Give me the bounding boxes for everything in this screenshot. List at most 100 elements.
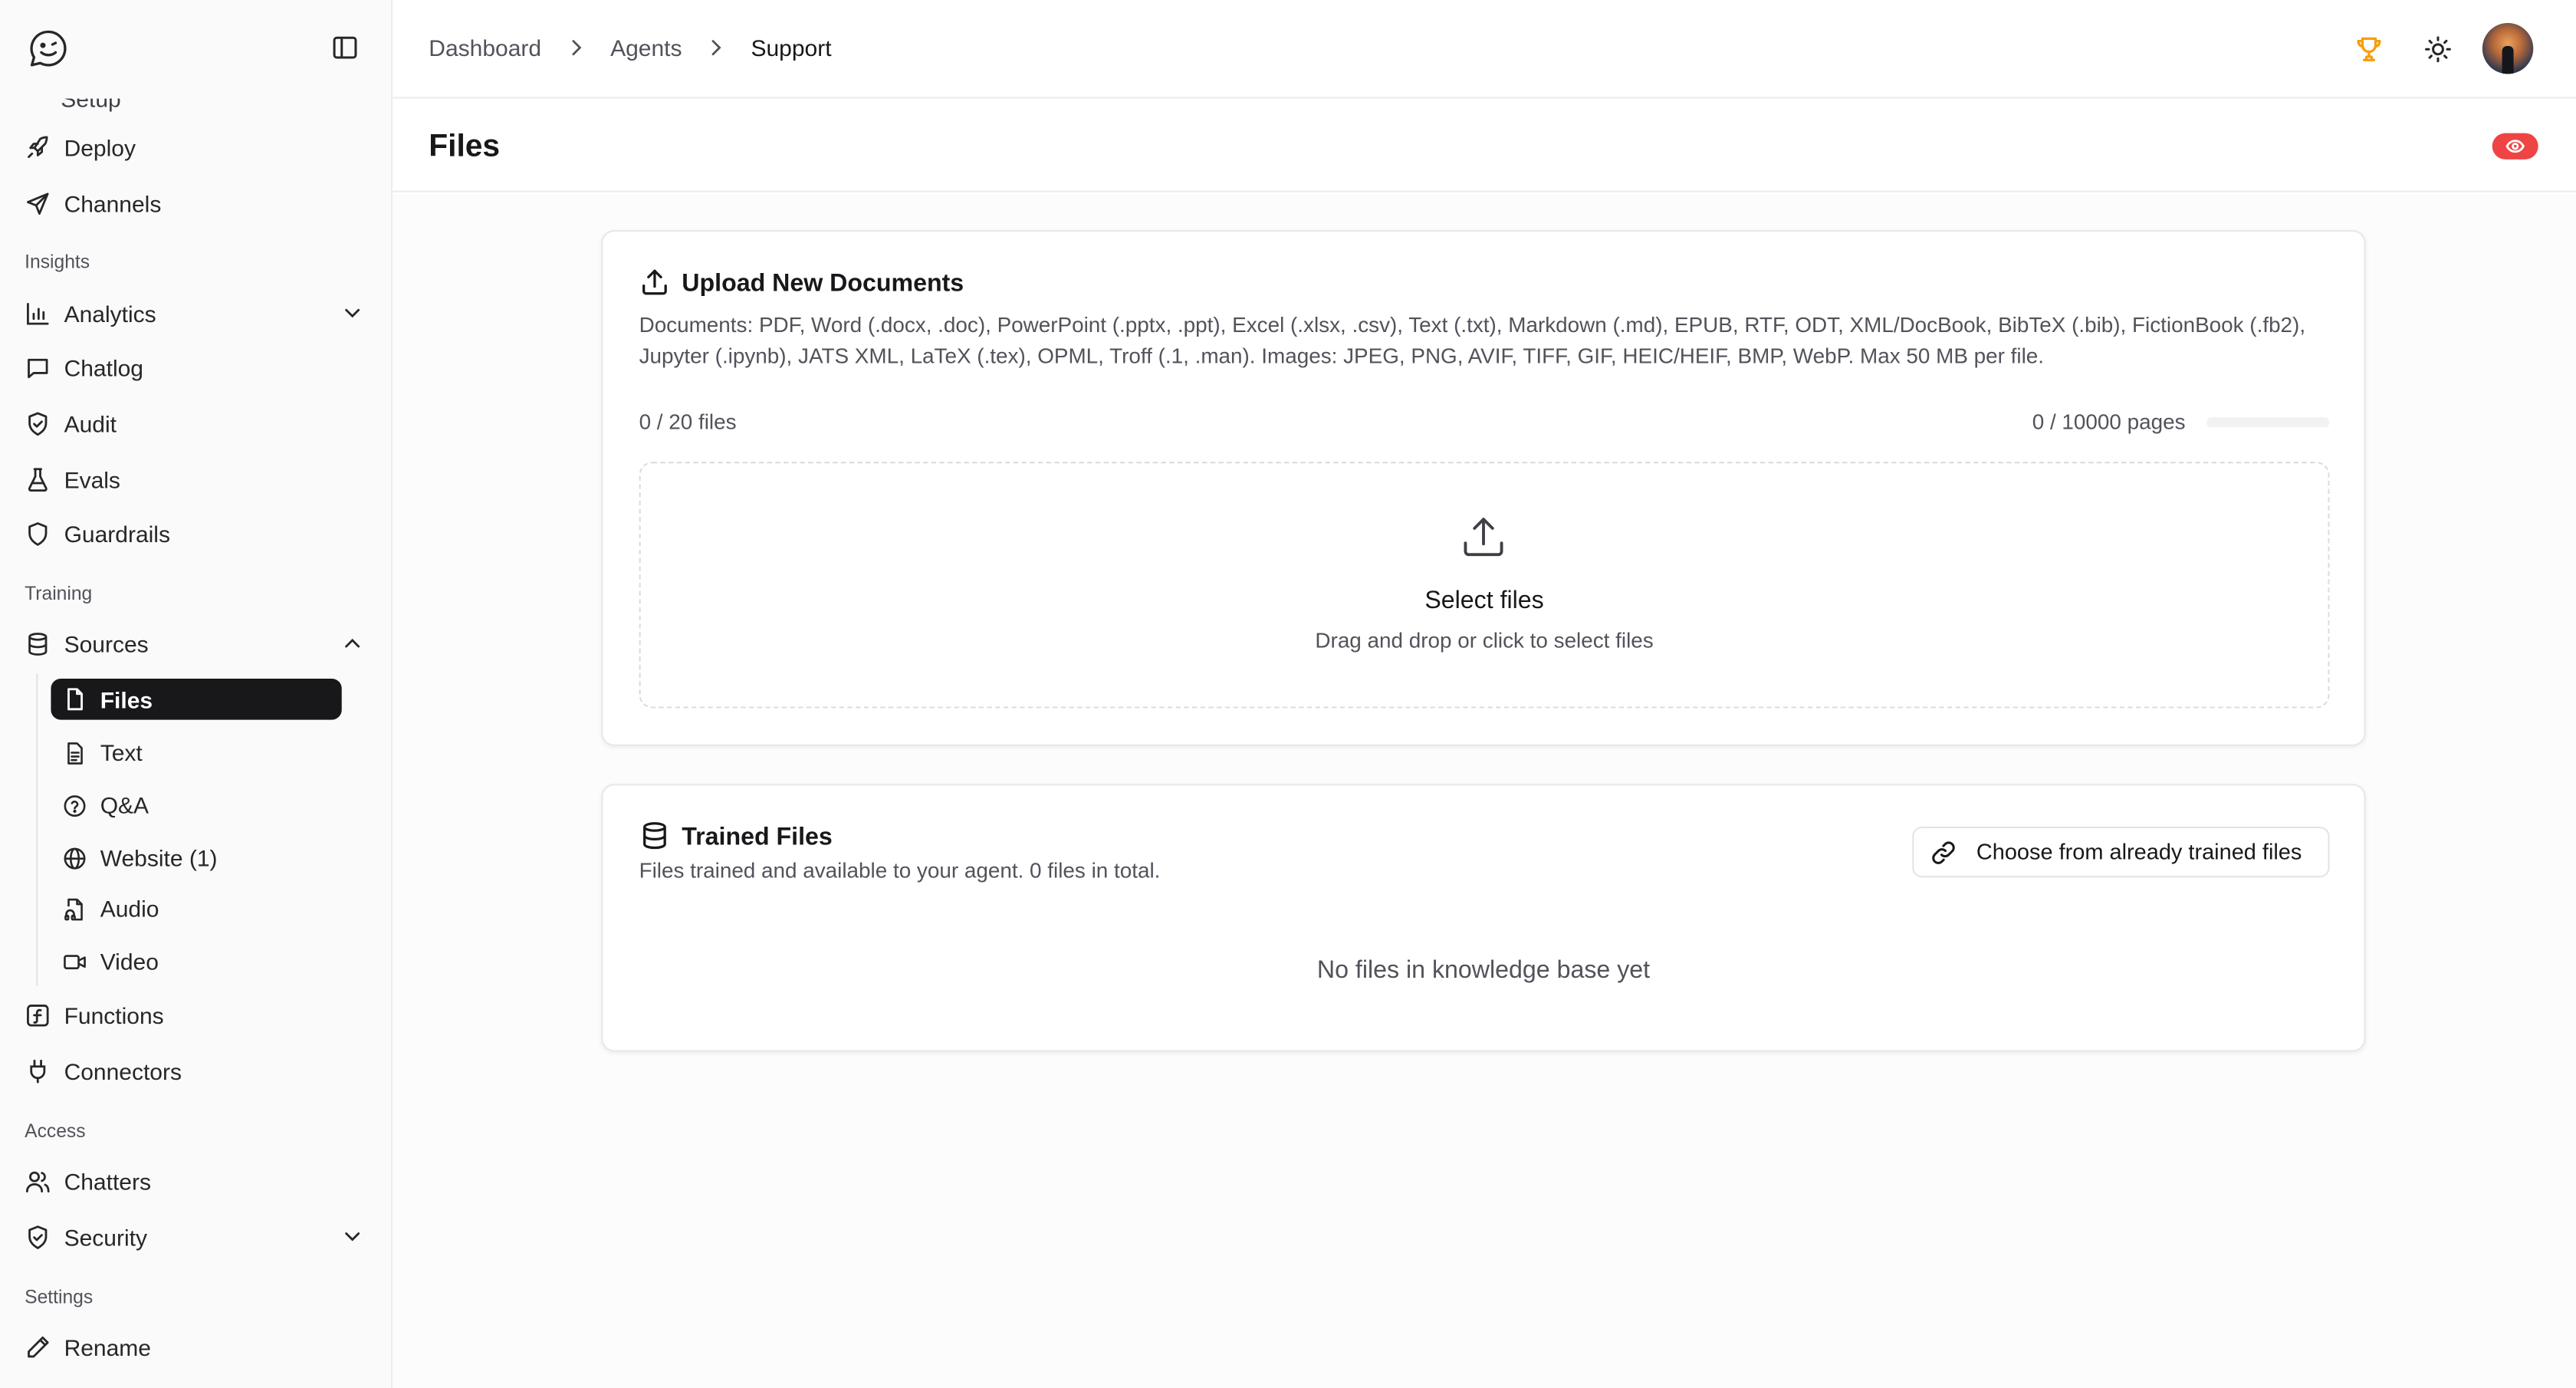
sidebar-item-chatters[interactable]: Chatters: [13, 1157, 378, 1206]
upload-card: Upload New Documents Documents: PDF, Wor…: [601, 230, 2366, 746]
file-dropzone[interactable]: Select files Drag and drop or click to s…: [639, 462, 2330, 709]
sidebar-item-guardrails[interactable]: Guardrails: [13, 509, 378, 558]
sidebar-item-connectors[interactable]: Connectors: [13, 1047, 378, 1096]
flask-icon: [28, 468, 48, 492]
eye-icon: [2505, 140, 2525, 153]
send-icon: [27, 192, 49, 215]
sidebar-item-chatlog[interactable]: Chatlog: [13, 344, 378, 393]
sidebar-subitem-video[interactable]: Video: [51, 940, 341, 983]
sidebar-item-security[interactable]: Security: [13, 1212, 378, 1261]
trophy-icon[interactable]: [2354, 35, 2384, 64]
page-title: Files: [429, 130, 501, 165]
chevron-down-icon[interactable]: [340, 301, 365, 325]
rocket-icon: [28, 136, 48, 159]
database-icon: [643, 822, 666, 850]
sidebar-item-label: Text: [100, 739, 143, 766]
top-bar: Dashboard Agents Support: [393, 0, 2576, 99]
trained-files-title: Trained Files: [682, 823, 833, 851]
shield-check-icon: [28, 1225, 48, 1249]
sidebar-subitem-audio[interactable]: Audio: [51, 887, 341, 930]
file-text-icon: [67, 742, 83, 764]
globe-icon: [64, 847, 86, 869]
sidebar-item-label: Connectors: [64, 1058, 182, 1085]
choose-trained-files-button[interactable]: Choose from already trained files: [1912, 826, 2330, 878]
sidebar-item-label: Evals: [64, 466, 120, 493]
chevron-right-icon: [571, 40, 581, 56]
empty-state-message: No files in knowledge base yet: [1316, 956, 1651, 985]
dropzone-subtitle: Drag and drop or click to select files: [1315, 627, 1654, 653]
files-count: 0 / 20 files: [639, 409, 737, 434]
pencil-icon: [28, 1336, 49, 1358]
sidebar-item-label: Chatlog: [64, 354, 143, 382]
sidebar-item-channels[interactable]: Channels: [13, 179, 378, 229]
sidebar-item-label: Video: [100, 948, 159, 975]
sidebar-group-access: Access: [25, 1122, 86, 1143]
chevron-down-icon[interactable]: [340, 1224, 365, 1248]
sidebar-item-label: Chatters: [64, 1168, 151, 1195]
submenu-divider: [36, 673, 38, 986]
sidebar-item-label: Audio: [100, 895, 159, 923]
sidebar-subitem-website[interactable]: Website (1): [51, 837, 341, 880]
page-header: Files: [393, 98, 2576, 192]
pages-progress-bar: [2206, 417, 2330, 428]
chevron-right-icon: [711, 40, 721, 56]
chat-logo-icon[interactable]: [26, 26, 71, 71]
sidebar-subitem-qa[interactable]: Q&A: [51, 784, 341, 827]
avatar[interactable]: [2482, 23, 2534, 74]
trained-files-card: Trained Files Files trained and availabl…: [601, 784, 2366, 1052]
sidebar-group-settings: Settings: [25, 1288, 94, 1308]
breadcrumb: Dashboard Agents Support: [429, 35, 831, 61]
sidebar-header: [0, 0, 391, 99]
shield-icon: [28, 522, 48, 546]
help-circle-icon: [64, 794, 86, 816]
sidebar-item-functions[interactable]: Functions: [13, 991, 378, 1040]
users-icon: [25, 1171, 50, 1192]
upload-description: Documents: PDF, Word (.docx, .doc), Powe…: [639, 312, 2306, 368]
message-square-icon: [28, 358, 48, 379]
sidebar-group-insights: Insights: [25, 253, 90, 273]
sidebar-toggle-icon[interactable]: [330, 33, 360, 63]
dropzone-title: Select files: [1424, 587, 1544, 615]
database-icon: [28, 633, 48, 656]
link-icon: [1932, 840, 1955, 863]
sidebar-item-sources[interactable]: Sources: [13, 620, 378, 669]
sidebar-subitem-text[interactable]: Text: [51, 732, 341, 775]
sidebar-item-analytics[interactable]: Analytics: [13, 289, 378, 338]
sidebar-item-label: Rename: [64, 1334, 151, 1361]
sidebar-item-label: Functions: [64, 1002, 164, 1029]
file-audio-icon: [64, 897, 83, 920]
sidebar-item-evals[interactable]: Evals: [13, 456, 378, 505]
sidebar-item-deploy[interactable]: Deploy: [13, 123, 378, 173]
visibility-badge[interactable]: [2492, 133, 2538, 160]
sidebar-item-label: Analytics: [64, 301, 156, 327]
sidebar-item-label: Deploy: [64, 134, 136, 161]
sidebar-item-label: Q&A: [100, 791, 150, 819]
upload-icon: [1464, 518, 1503, 557]
sidebar-group-training: Training: [25, 584, 93, 605]
video-icon: [64, 954, 86, 969]
sidebar-item-rename[interactable]: Rename: [13, 1323, 378, 1372]
chevron-up-icon[interactable]: [340, 631, 365, 656]
plug-icon: [30, 1059, 46, 1084]
file-icon: [67, 688, 83, 711]
upload-title: Upload New Documents: [682, 269, 964, 298]
function-square-icon: [27, 1005, 49, 1027]
sidebar-item-label: Guardrails: [64, 521, 170, 548]
sidebar-item-audit[interactable]: Audit: [13, 400, 378, 449]
choose-trained-files-label: Choose from already trained files: [1976, 840, 2302, 865]
upload-icon: [642, 269, 667, 295]
sidebar-item-label: Channels: [64, 190, 162, 217]
pages-count: 0 / 10000 pages: [2032, 409, 2186, 434]
sidebar-subitem-files[interactable]: Files: [51, 679, 342, 720]
sidebar-item-label: Files: [100, 686, 153, 712]
shield-check-icon: [28, 412, 48, 436]
breadcrumb-dashboard[interactable]: Dashboard: [429, 35, 541, 61]
sidebar-item-label: Security: [64, 1224, 147, 1251]
breadcrumb-current: Support: [751, 35, 832, 61]
bar-chart-icon: [27, 303, 49, 325]
sun-icon[interactable]: [2423, 35, 2453, 64]
sidebar-item-label: Website (1): [100, 844, 218, 871]
breadcrumb-agents[interactable]: Agents: [610, 35, 682, 61]
sidebar: Setup Deploy Channels Insights Analyt: [0, 0, 393, 1388]
main-content: Upload New Documents Documents: PDF, Wor…: [393, 193, 2576, 1388]
